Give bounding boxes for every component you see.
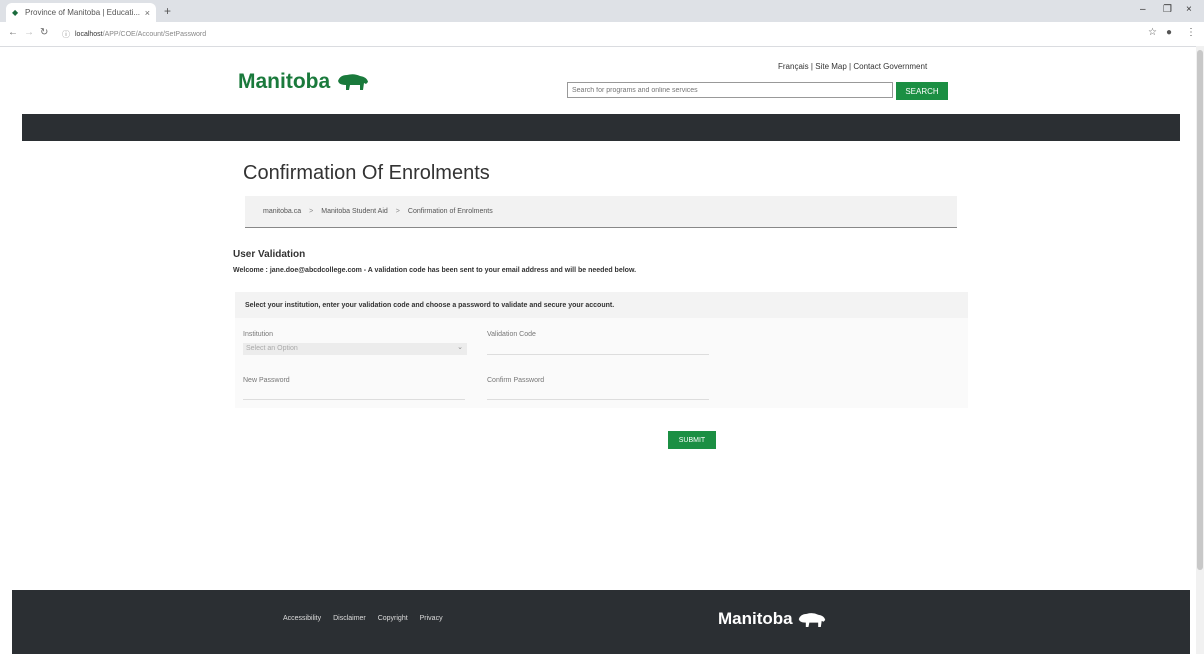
footer-link-privacy[interactable]: Privacy: [420, 615, 443, 622]
new-password-input[interactable]: [243, 388, 465, 400]
section-title: User Validation: [233, 249, 306, 260]
close-window-icon[interactable]: ×: [1186, 4, 1192, 15]
logo-text: Manitoba: [238, 70, 331, 93]
bookmark-star-icon[interactable]: ☆: [1148, 27, 1157, 38]
reload-icon[interactable]: ↻: [40, 27, 48, 38]
browser-tab-bar: ◆ Province of Manitoba | Educati... × + …: [0, 0, 1204, 22]
validation-code-input[interactable]: [487, 343, 709, 355]
breadcrumb-item-student-aid[interactable]: Manitoba Student Aid: [321, 208, 388, 215]
confirm-password-label: Confirm Password: [487, 377, 545, 384]
browser-tab[interactable]: ◆ Province of Manitoba | Educati... ×: [6, 3, 156, 22]
breadcrumb-item-current: Confirmation of Enrolments: [407, 208, 493, 215]
search-button[interactable]: SEARCH: [896, 82, 948, 100]
breadcrumb: manitoba.ca > Manitoba Student Aid > Con…: [245, 196, 957, 228]
footer-logo[interactable]: Manitoba: [718, 609, 827, 629]
confirm-password-input[interactable]: [487, 388, 709, 400]
navigation-bar: [22, 114, 1180, 141]
url-field[interactable]: ⓘ localhost /APP/COE/Account/SetPassword: [62, 27, 1122, 41]
address-bar: ← → ↻ ⓘ localhost /APP/COE/Account/SetPa…: [0, 22, 1204, 47]
bison-icon: [799, 612, 826, 627]
footer: [12, 590, 1190, 654]
bison-icon: [338, 74, 369, 91]
new-password-label: New Password: [243, 377, 290, 384]
tab-title: Province of Manitoba | Educati...: [25, 8, 141, 17]
manitoba-logo[interactable]: Manitoba: [238, 70, 370, 94]
back-arrow-icon[interactable]: ←: [8, 27, 18, 38]
submit-button[interactable]: SUBMIT: [668, 431, 716, 449]
url-host: localhost: [75, 30, 103, 38]
forward-arrow-icon[interactable]: →: [24, 27, 34, 38]
contact-government-link[interactable]: Contact Government: [853, 62, 927, 71]
breadcrumb-separator: >: [395, 208, 400, 215]
header-links: Français | Site Map | Contact Government: [778, 62, 928, 71]
new-tab-button[interactable]: +: [164, 4, 171, 18]
breadcrumb-item-home[interactable]: manitoba.ca: [263, 208, 301, 215]
page-title: Confirmation Of Enrolments: [243, 162, 490, 184]
footer-logo-text: Manitoba: [718, 609, 793, 628]
site-map-link[interactable]: Site Map: [815, 62, 847, 71]
breadcrumb-separator: >: [309, 208, 314, 215]
scrollbar-thumb[interactable]: [1197, 50, 1203, 570]
minimize-icon[interactable]: –: [1140, 4, 1146, 15]
instruction-text: Select your institution, enter your vali…: [245, 301, 615, 309]
bison-favicon-icon: ◆: [12, 8, 19, 17]
info-icon: ⓘ: [62, 29, 70, 39]
validation-code-label: Validation Code: [487, 331, 536, 338]
chevron-down-icon: ⌄: [457, 344, 463, 351]
francais-link[interactable]: Français: [778, 62, 809, 71]
welcome-message: Welcome : jane.doe@abcdcollege.com - A v…: [233, 267, 637, 274]
footer-link-accessibility[interactable]: Accessibility: [283, 615, 321, 622]
menu-kebab-icon[interactable]: ⋮: [1186, 27, 1196, 38]
institution-selected-value: Select an Option: [246, 345, 298, 352]
footer-link-disclaimer[interactable]: Disclaimer: [333, 615, 366, 622]
footer-links: Accessibility Disclaimer Copyright Priva…: [283, 615, 453, 622]
instruction-box: Select your institution, enter your vali…: [235, 292, 968, 318]
maximize-icon[interactable]: ❐: [1163, 4, 1172, 15]
institution-select[interactable]: Select an Option ⌄: [243, 343, 467, 355]
url-path: /APP/COE/Account/SetPassword: [102, 30, 207, 38]
profile-icon[interactable]: ●: [1166, 27, 1172, 38]
tab-close-icon[interactable]: ×: [145, 8, 150, 18]
footer-link-copyright[interactable]: Copyright: [378, 615, 408, 622]
institution-label: Institution: [243, 331, 273, 338]
site-search-input[interactable]: [567, 82, 893, 98]
